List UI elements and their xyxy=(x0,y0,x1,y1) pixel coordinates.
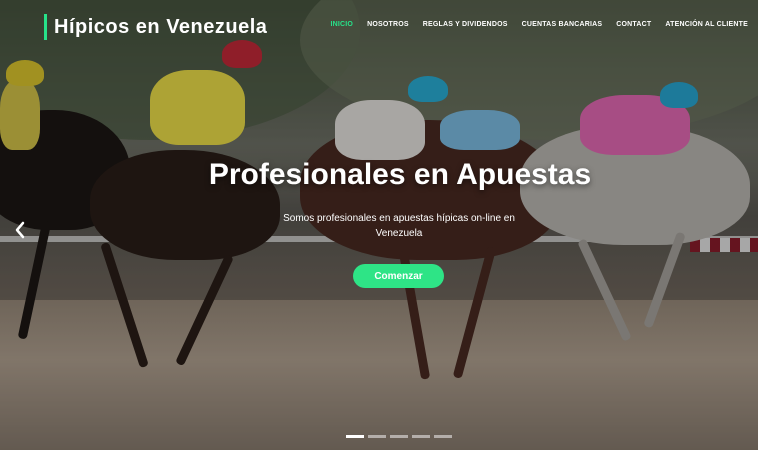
site-logo[interactable]: Hípicos en Venezuela xyxy=(44,14,267,40)
nav-item-nosotros[interactable]: NOSOTROS xyxy=(367,21,409,28)
slide-indicator[interactable] xyxy=(434,435,452,438)
nav-item-reglas-y-dividendos[interactable]: REGLAS Y DIVIDENDOS xyxy=(423,21,508,28)
main-nav: INICIO NOSOTROS REGLAS Y DIVIDENDOS CUEN… xyxy=(330,21,748,28)
comenzar-button[interactable]: Comenzar xyxy=(353,264,444,288)
slide-indicator[interactable] xyxy=(368,435,386,438)
slider-indicators xyxy=(346,435,452,438)
hero-slider: Hípicos en Venezuela INICIO NOSOTROS REG… xyxy=(0,0,758,450)
slide-indicator[interactable] xyxy=(412,435,430,438)
hero-subtitle: Somos profesionales en apuestas hípicas … xyxy=(283,213,515,239)
nav-item-contact[interactable]: CONTACT xyxy=(616,21,651,28)
slide-indicator[interactable] xyxy=(346,435,364,438)
nav-item-inicio[interactable]: INICIO xyxy=(330,21,353,28)
nav-item-atencion-al-cliente[interactable]: ATENCIÓN AL CLIENTE xyxy=(665,21,748,28)
slide-indicator[interactable] xyxy=(390,435,408,438)
chevron-left-icon[interactable] xyxy=(12,218,28,242)
nav-item-cuentas-bancarias[interactable]: CUENTAS BANCARIAS xyxy=(522,21,603,28)
hero-headline: Profesionales en Apuestas xyxy=(208,158,592,191)
